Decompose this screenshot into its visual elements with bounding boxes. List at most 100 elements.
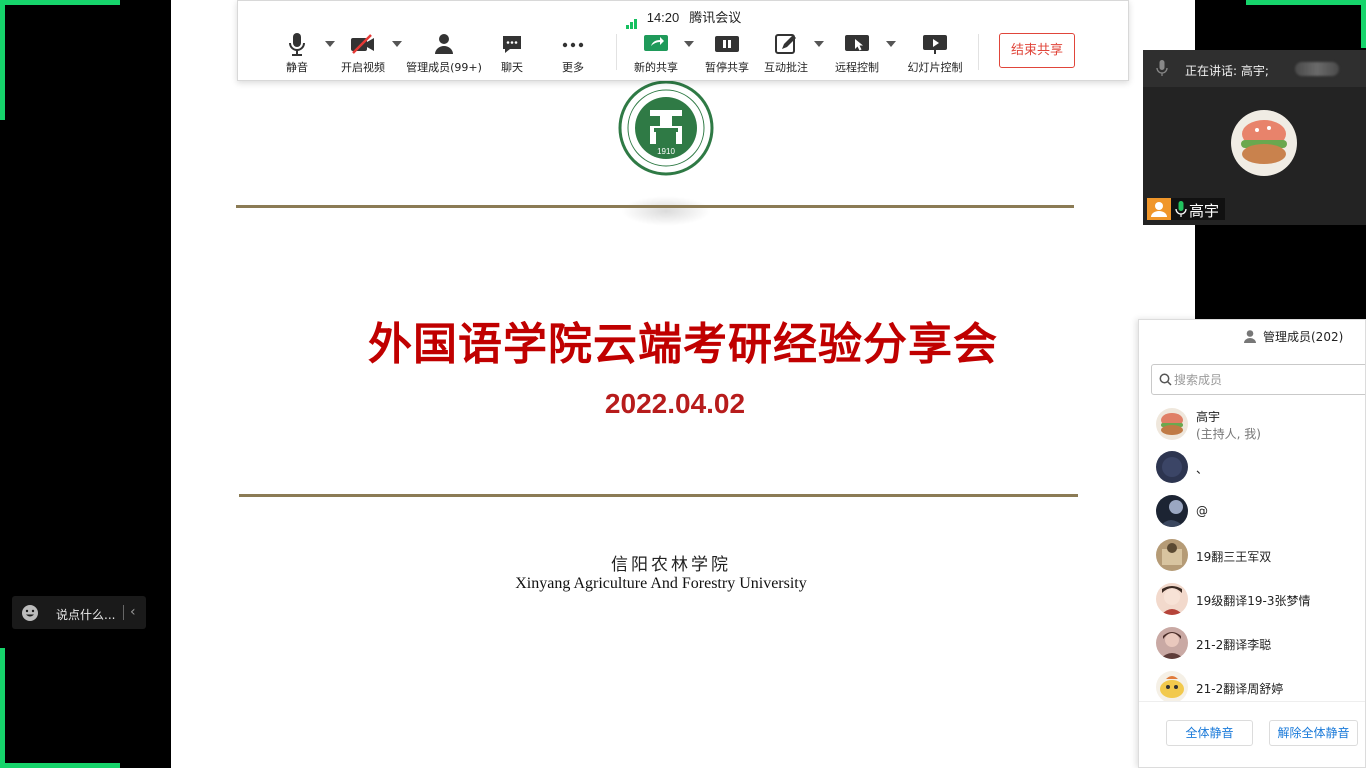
- person-icon: [1147, 198, 1171, 220]
- mute-all-button[interactable]: 全体静音: [1166, 720, 1253, 746]
- member-row[interactable]: 、: [1139, 445, 1365, 489]
- person-icon: [1244, 330, 1256, 343]
- member-name: 21-2翻译周舒婷: [1196, 682, 1284, 696]
- pause-icon: [715, 36, 739, 52]
- pause-share-button[interactable]: 暂停共享: [704, 31, 750, 77]
- member-name: @: [1196, 504, 1208, 518]
- manage-members-button[interactable]: 管理成员(99+): [406, 31, 482, 77]
- signal-icon: [625, 14, 639, 29]
- remote-options-caret[interactable]: [886, 41, 896, 47]
- share-frame-corner: [0, 0, 120, 5]
- slideshow-label: 幻灯片控制: [907, 61, 963, 74]
- members-panel: 管理成员(202) 高宇 (主持人, 我) 、: [1138, 319, 1366, 768]
- member-search-box[interactable]: [1151, 364, 1365, 395]
- member-avatar: [1156, 495, 1188, 527]
- member-search-input[interactable]: [1174, 370, 1364, 389]
- app-name: 腾讯会议: [689, 11, 742, 26]
- member-name: 21-2翻译李聪: [1196, 638, 1272, 652]
- active-speaker-panel: 正在讲话: 高宇; 高宇: [1143, 50, 1366, 225]
- chat-input-pill[interactable]: 说点什么... ‹: [12, 596, 146, 629]
- chat-icon: [503, 36, 521, 53]
- annotate-options-caret[interactable]: [814, 41, 824, 47]
- mute-label: 静音: [286, 61, 308, 74]
- share-frame-corner: [0, 0, 5, 120]
- member-row[interactable]: 高宇 (主持人, 我): [1139, 402, 1365, 446]
- share-icon: [644, 35, 668, 51]
- video-options-caret[interactable]: [392, 41, 402, 47]
- camera-off-icon: [351, 34, 374, 54]
- chat-label: 聊天: [501, 61, 523, 74]
- member-avatar: [1156, 627, 1188, 659]
- slideshow-control-button[interactable]: 幻灯片控制: [906, 31, 964, 77]
- mic-icon: [289, 33, 305, 56]
- member-role: (主持人, 我): [1196, 427, 1261, 441]
- speaker-blur-overlay: [1295, 62, 1339, 76]
- slide-title: 外国语学院云端考研经验分享会: [368, 319, 998, 370]
- speaker-name: 高宇: [1189, 202, 1220, 220]
- slide-date: 2022.04.02: [604, 388, 746, 419]
- remote-control-label: 远程控制: [835, 61, 879, 74]
- member-avatar: [1156, 451, 1188, 483]
- share-frame-corner: [0, 763, 120, 768]
- share-frame-corner: [0, 648, 5, 768]
- logo-shadow: [621, 196, 711, 226]
- member-avatar: [1156, 539, 1188, 571]
- speaker-header: 正在讲话: 高宇;: [1143, 50, 1366, 87]
- slide-rule-top: [236, 205, 1074, 208]
- speaker-mic-icon: [1156, 60, 1168, 76]
- member-name: 高宇: [1196, 410, 1221, 424]
- meeting-toolbar: 14:20 腾讯会议 静音 开启视频 管理成员(99+) 聊天 更多 新的共享 …: [237, 0, 1129, 81]
- logo-year: 1910: [657, 147, 675, 156]
- share-frame-corner: [1361, 0, 1366, 48]
- annotate-label: 互动批注: [764, 61, 808, 74]
- more-icon: [562, 42, 584, 48]
- share-options-caret[interactable]: [684, 41, 694, 47]
- new-share-label: 新的共享: [634, 61, 678, 74]
- member-name: 、: [1196, 462, 1209, 476]
- member-avatar: [1156, 408, 1188, 440]
- annotate-icon: [775, 34, 796, 54]
- shared-slide: 1910 外国语学院云端考研经验分享会 2022.04.02 信阳农林学院 Xi…: [171, 0, 1195, 768]
- search-icon: [1159, 373, 1172, 386]
- more-label: 更多: [562, 61, 584, 74]
- unmute-all-button[interactable]: 解除全体静音: [1269, 720, 1358, 746]
- toolbar-divider: [978, 34, 979, 70]
- member-row[interactable]: 21-2翻译李聪: [1139, 621, 1365, 665]
- university-name-en: Xinyang Agriculture And Forestry Univers…: [515, 575, 807, 592]
- member-row[interactable]: @: [1139, 489, 1365, 533]
- mute-options-caret[interactable]: [325, 41, 335, 47]
- end-share-button[interactable]: 结束共享: [999, 33, 1075, 68]
- more-button[interactable]: 更多: [561, 31, 585, 77]
- meeting-time: 14:20: [646, 10, 680, 25]
- emoji-icon[interactable]: [21, 604, 39, 622]
- members-label: 管理成员(99+): [406, 61, 482, 74]
- meeting-window: 1910 外国语学院云端考研经验分享会 2022.04.02 信阳农林学院 Xi…: [0, 0, 1366, 768]
- members-panel-title-text: 管理成员(202): [1263, 330, 1344, 344]
- annotate-button[interactable]: 互动批注: [763, 31, 809, 77]
- slideshow-icon: [923, 35, 947, 54]
- member-name: 19翻三王军双: [1196, 550, 1272, 564]
- person-icon: [435, 34, 453, 54]
- members-panel-title: 管理成员(202): [1244, 328, 1344, 345]
- mute-button[interactable]: 静音: [282, 31, 312, 77]
- speaking-label: 正在讲话: 高宇;: [1185, 64, 1269, 78]
- meeting-status: 14:20 腾讯会议: [238, 7, 1128, 29]
- remote-control-button[interactable]: 远程控制: [834, 31, 880, 77]
- new-share-button[interactable]: 新的共享: [632, 31, 680, 77]
- speaker-name-tag: 高宇: [1147, 198, 1225, 220]
- video-label: 开启视频: [341, 61, 385, 74]
- slide-rule-bottom: [239, 494, 1078, 497]
- video-button[interactable]: 开启视频: [338, 31, 388, 77]
- speaker-avatar: [1231, 110, 1297, 176]
- member-row[interactable]: 19翻三王军双: [1139, 533, 1365, 577]
- remote-control-icon: [845, 35, 869, 51]
- chat-button[interactable]: 聊天: [500, 31, 524, 77]
- university-logo: 1910: [618, 80, 714, 176]
- active-mic-icon: [1175, 201, 1187, 217]
- share-frame-corner: [1246, 0, 1366, 5]
- toolbar-divider: [616, 34, 617, 70]
- chat-placeholder[interactable]: 说点什么...: [56, 606, 115, 623]
- collapse-chevron-icon[interactable]: ‹: [130, 604, 136, 620]
- member-row[interactable]: 19级翻译19-3张梦情: [1139, 577, 1365, 621]
- university-name-cn: 信阳农林学院: [611, 555, 731, 575]
